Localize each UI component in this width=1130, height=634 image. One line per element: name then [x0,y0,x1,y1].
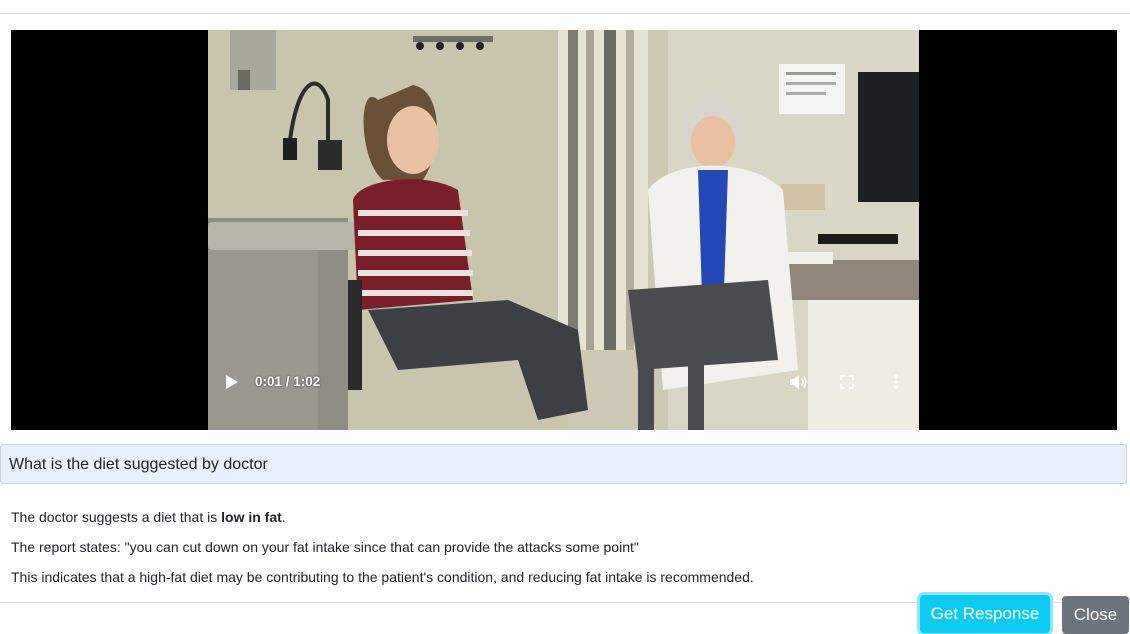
answer-line-1-prefix: The doctor suggests a diet that is [11,509,222,525]
answer-line-3: This indicates that a high-fat diet may … [11,569,754,585]
answer-line-1: The doctor suggests a diet that is low i… [11,509,286,525]
volume-icon [790,375,807,389]
fullscreen-icon [840,375,854,389]
play-icon [226,375,238,389]
more-options-button[interactable] [884,372,908,392]
answer-line-1-suffix: . [281,509,286,525]
question-text: What is the diet suggested by doctor [9,456,268,473]
get-response-button[interactable]: Get Response [920,595,1050,633]
video-controls: 0:01 / 1:02 [208,364,919,430]
question-field[interactable]: What is the diet suggested by doctor [0,444,1127,484]
play-button[interactable] [220,372,244,392]
top-divider [0,13,1130,14]
fullscreen-button[interactable] [835,372,859,392]
answer-line-2: The report states: "you can cut down on … [11,539,639,555]
time-display: 0:01 / 1:02 [255,374,321,389]
close-button[interactable]: Close [1062,596,1129,634]
video-player[interactable]: 0:01 / 1:02 [11,30,1117,430]
volume-button[interactable] [786,372,810,392]
more-options-icon [894,374,898,390]
answer-line-1-bold: low in fat [221,509,282,525]
